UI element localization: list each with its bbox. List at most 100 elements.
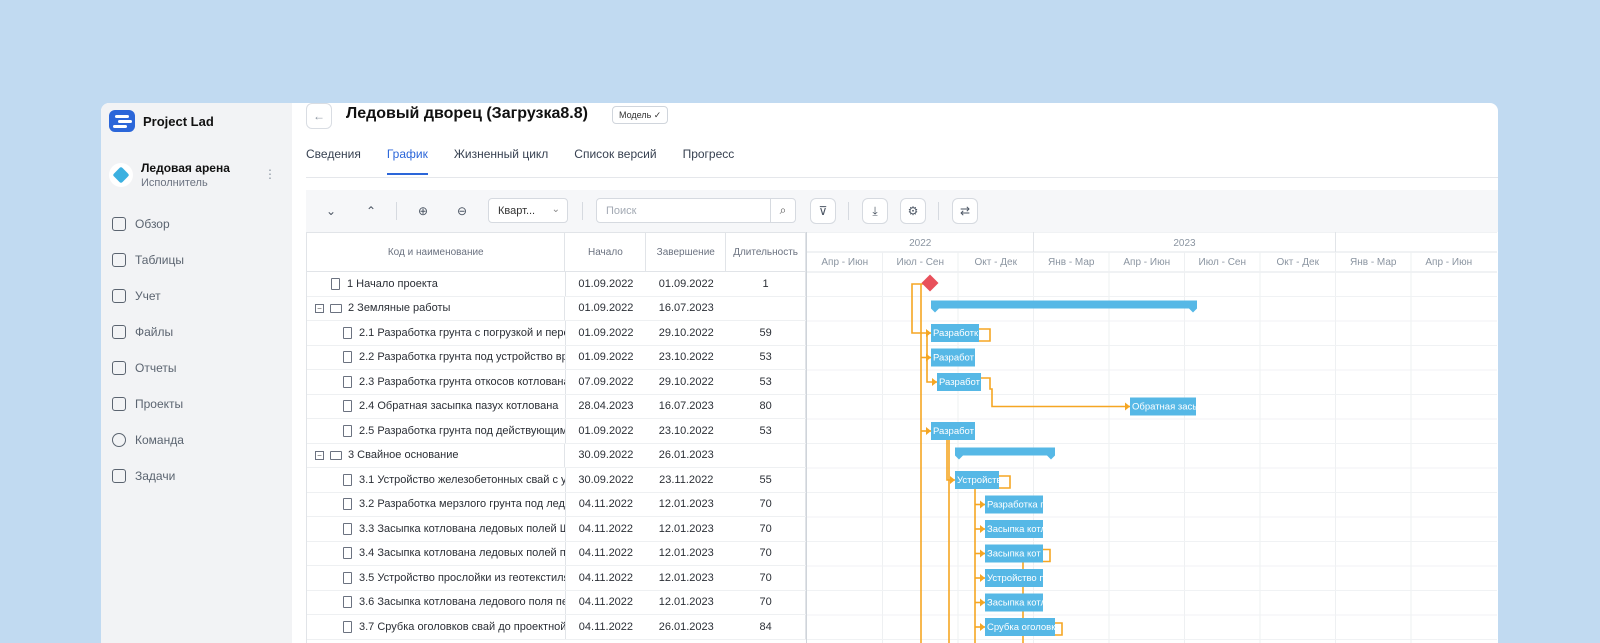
cell-end: 23.10.2022 bbox=[658, 351, 714, 364]
model-badge[interactable]: Модель ✓ bbox=[612, 106, 669, 124]
table-row[interactable]: 3.7 Срубка оголовков свай до проектной с… bbox=[307, 615, 806, 640]
logo-icon bbox=[109, 110, 135, 132]
settings-button[interactable]: ⚙ bbox=[900, 198, 926, 224]
column-header-start[interactable]: Начало bbox=[565, 233, 647, 271]
table-row[interactable]: 2.4 Обратная засыпка пазух котлована 28.0… bbox=[307, 394, 806, 419]
table-row[interactable]: 2.1 Разработка грунта с погрузкой и пере… bbox=[307, 321, 806, 346]
table-row[interactable]: 2.5 Разработка грунта под действующими 01… bbox=[307, 419, 806, 444]
task-bar-label: Засыпка котл bbox=[987, 598, 1046, 609]
summary-bar[interactable] bbox=[955, 447, 1055, 460]
cell-duration: 53 bbox=[726, 419, 806, 443]
cell-start: 04.11.2022 bbox=[578, 620, 634, 633]
document-icon bbox=[343, 326, 352, 339]
tab-versions[interactable]: Список версий bbox=[574, 147, 656, 175]
table-row[interactable]: 2.2 Разработка грунта под устройство вре… bbox=[307, 345, 806, 370]
column-header-duration[interactable]: Длительность bbox=[726, 233, 807, 271]
dependency-link bbox=[979, 377, 1130, 408]
table-row[interactable]: 2.3 Разработка грунта откосов котлована 0… bbox=[307, 370, 806, 395]
task-bar-label: Срубка оголовк bbox=[987, 622, 1056, 633]
sidebar-item-label: Отчеты bbox=[135, 361, 177, 375]
more-icon[interactable]: ⋮ bbox=[264, 167, 276, 181]
cell-start: 04.11.2022 bbox=[578, 596, 634, 609]
project-switcher[interactable]: Ледовая арена Исполнитель ⋮ bbox=[109, 155, 284, 195]
year-label: 2023 bbox=[1173, 238, 1196, 249]
milestone-diamond[interactable] bbox=[921, 274, 939, 292]
brand[interactable]: Project Lad bbox=[109, 110, 214, 132]
cell-end: 12.01.2023 bbox=[658, 571, 714, 584]
cell-start: 04.11.2022 bbox=[578, 498, 634, 511]
table-row[interactable]: 3.6 Засыпка котлована ледового поля пес 0… bbox=[307, 590, 806, 615]
task-bar-label: Разработ bbox=[933, 426, 975, 437]
cell-end: 29.10.2022 bbox=[658, 326, 714, 339]
cell-end: 26.01.2023 bbox=[658, 620, 714, 633]
folder-icon bbox=[330, 303, 342, 313]
cell-end: 23.11.2022 bbox=[659, 473, 714, 486]
table-row[interactable]: 3.3 Засыпка котлована ледовых полей ЩГ 04… bbox=[307, 517, 806, 542]
cell-name: 3.6 Засыпка котлована ледового поля пес bbox=[307, 590, 566, 614]
table-row[interactable]: 3.1 Устройство железобетонных свай с учі… bbox=[307, 468, 806, 493]
group-row[interactable]: − 3 Свайное основание 30.09.2022 26.01.2023 bbox=[307, 443, 806, 468]
sidebar-item-tasks[interactable]: Задачи bbox=[109, 458, 284, 494]
sidebar-item-team[interactable]: Команда bbox=[109, 422, 284, 458]
back-button[interactable]: ← bbox=[306, 103, 332, 129]
table-row[interactable]: 3.2 Разработка мерзлого грунта под ледов… bbox=[307, 492, 806, 517]
column-header-name[interactable]: Код и наименование bbox=[307, 233, 566, 271]
arrow-head-icon bbox=[980, 623, 985, 631]
task-bar-label: Засыпка кот bbox=[987, 549, 1041, 560]
arrow-head-icon bbox=[926, 329, 931, 337]
toolbar: ⌄ ⌃ ⊕ ⊖ Кварт... ⌄ ⌕ ⊽ ⤓ ⚙ ⇄ bbox=[306, 190, 1498, 232]
collapse-all-button[interactable]: ⌃ bbox=[358, 198, 384, 224]
app-window: Project Lad Ледовая арена Исполнитель ⋮ … bbox=[101, 103, 1498, 643]
document-icon bbox=[343, 400, 352, 413]
column-header-end[interactable]: Завершение bbox=[646, 233, 727, 271]
task-name: 2.3 Разработка грунта откосов котлована bbox=[359, 375, 566, 388]
sidebar-item-accounting[interactable]: Учет bbox=[109, 278, 284, 314]
collapse-toggle-icon[interactable]: − bbox=[315, 303, 324, 313]
expand-all-button[interactable]: ⌄ bbox=[318, 198, 344, 224]
cell-start: 01.09.2022 bbox=[578, 351, 634, 364]
cell-end: 12.01.2023 bbox=[658, 596, 714, 609]
sidebar-item-overview[interactable]: Обзор bbox=[109, 206, 284, 242]
scale-select[interactable]: Кварт... ⌄ bbox=[488, 198, 568, 223]
sidebar-item-tables[interactable]: Таблицы bbox=[109, 242, 284, 278]
sidebar-item-projects[interactable]: Проекты bbox=[109, 386, 284, 422]
search-input[interactable] bbox=[597, 204, 767, 217]
cell-name: − 2 Земляные работы bbox=[307, 296, 566, 320]
collapse-toggle-icon[interactable]: − bbox=[315, 450, 324, 460]
zoom-in-button[interactable]: ⊕ bbox=[410, 198, 436, 224]
group-row[interactable]: − 2 Земляные работы 01.09.2022 16.07.2023 bbox=[307, 296, 806, 321]
tab-progress[interactable]: Прогресс bbox=[683, 147, 735, 175]
toolbar-divider bbox=[938, 202, 939, 220]
zoom-out-button[interactable]: ⊖ bbox=[449, 198, 475, 224]
cell-end: 26.01.2023 bbox=[658, 449, 714, 462]
filter-button[interactable]: ⊽ bbox=[810, 198, 836, 224]
sidebar-item-files[interactable]: Файлы bbox=[109, 314, 284, 350]
table-row[interactable]: 3.4 Засыпка котлована ледовых полей пес 0… bbox=[307, 541, 806, 566]
columns-button[interactable]: ⇄ bbox=[952, 198, 978, 224]
tab-info[interactable]: Сведения bbox=[306, 147, 361, 175]
summary-bar[interactable] bbox=[931, 300, 1197, 313]
search-icon[interactable]: ⌕ bbox=[770, 199, 795, 222]
table-row[interactable]: 3.5 Устройство прослойки из геотекстиля … bbox=[307, 566, 806, 591]
table-row[interactable]: 1 Начало проекта 01.09.2022 01.09.2022 1 bbox=[307, 272, 806, 297]
task-table: Код и наименование Начало Завершение Дли… bbox=[306, 232, 807, 643]
sidebar-item-reports[interactable]: Отчеты bbox=[109, 350, 284, 386]
document-icon bbox=[343, 620, 352, 633]
tab-lifecycle[interactable]: Жизненный цикл bbox=[454, 147, 548, 175]
file-icon bbox=[112, 325, 126, 339]
quarter-label: Янв - Мар bbox=[1350, 257, 1397, 268]
download-button[interactable]: ⤓ bbox=[862, 198, 888, 224]
table-header: Код и наименование Начало Завершение Дли… bbox=[307, 232, 807, 272]
arrow-head-icon bbox=[950, 476, 955, 484]
brand-name: Project Lad bbox=[143, 113, 214, 129]
quarter-label: Апр - Июн bbox=[821, 257, 868, 268]
cell-start: 30.09.2022 bbox=[578, 473, 634, 486]
cell-name: 2.5 Разработка грунта под действующими bbox=[307, 419, 566, 443]
sidebar-item-label: Проекты bbox=[135, 397, 184, 411]
cell-end: 12.01.2023 bbox=[658, 522, 714, 535]
task-bar-label: Разработка г bbox=[987, 500, 1044, 511]
cell-duration: 53 bbox=[726, 345, 806, 369]
cell-name: 2.4 Обратная засыпка пазух котлована bbox=[307, 394, 566, 418]
tab-schedule[interactable]: График bbox=[386, 147, 428, 175]
arrow-head-icon bbox=[1125, 402, 1130, 411]
